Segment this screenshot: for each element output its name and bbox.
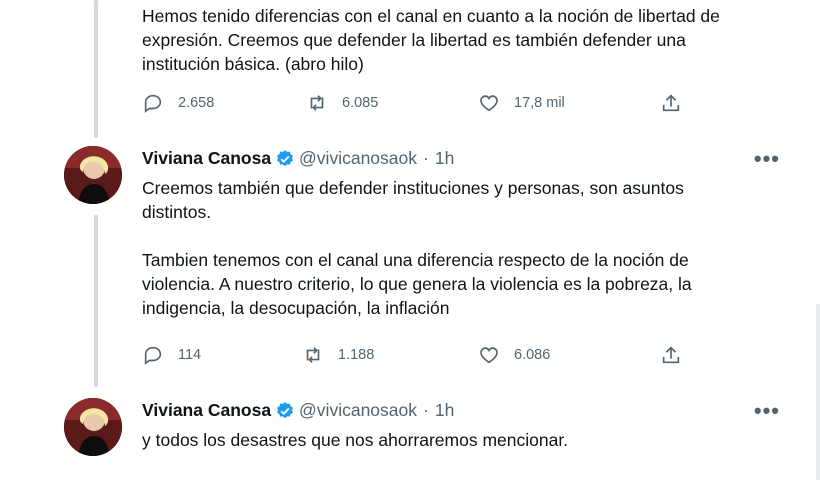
reply-icon — [144, 346, 162, 365]
retweet-count: 1.188 — [338, 347, 375, 363]
timestamp[interactable]: 1h — [435, 148, 454, 169]
thread-line-top — [94, 0, 98, 138]
like-count: 6.086 — [514, 347, 551, 363]
verified-badge-icon — [277, 401, 293, 418]
share-icon — [662, 94, 680, 112]
retweet-icon — [306, 347, 320, 363]
separator-dot: · — [423, 400, 429, 420]
tweet-3-text: y todos los desastres que nos ahorraremo… — [142, 430, 569, 450]
tweet-2-like-button[interactable]: 6.086 — [478, 344, 550, 366]
tweet-1-like-button[interactable]: 17,8 mil — [478, 92, 565, 114]
share-icon — [662, 346, 680, 364]
retweet-icon — [310, 95, 324, 111]
reply-count: 2.658 — [178, 95, 215, 111]
tweet-1-retweet-button[interactable]: 6.085 — [306, 92, 378, 114]
avatar[interactable] — [64, 398, 122, 456]
tweet-1-text: Hemos tenido diferencias con el canal en… — [142, 6, 720, 74]
author-handle[interactable]: @vivicanosaok — [299, 400, 417, 421]
reply-count: 114 — [178, 347, 202, 363]
reply-icon — [144, 94, 162, 113]
heart-icon — [480, 95, 498, 112]
more-options-icon[interactable]: ••• — [754, 398, 780, 424]
retweet-count: 6.085 — [342, 95, 379, 111]
page-edge — [816, 304, 820, 480]
more-options-icon[interactable]: ••• — [754, 146, 780, 172]
tweet-1-reply-button[interactable]: 2.658 — [142, 92, 214, 114]
like-count: 17,8 mil — [514, 95, 565, 111]
avatar[interactable] — [64, 146, 122, 204]
author-name[interactable]: Viviana Canosa — [142, 400, 271, 421]
timestamp[interactable]: 1h — [435, 400, 454, 421]
tweet-3-header: Viviana Canosa @vivicanosaok · 1h — [142, 400, 454, 421]
tweet-1-share-button[interactable] — [660, 92, 696, 114]
tweet-2-text: Creemos también que defender institucion… — [142, 178, 692, 318]
verified-badge-icon — [277, 149, 293, 166]
separator-dot: · — [423, 148, 429, 168]
author-handle[interactable]: @vivicanosaok — [299, 148, 417, 169]
heart-icon — [480, 347, 498, 364]
tweet-2-share-button[interactable] — [660, 344, 696, 366]
tweet-2-retweet-button[interactable]: 1.188 — [302, 344, 374, 366]
thread-line-middle — [94, 215, 98, 387]
author-name[interactable]: Viviana Canosa — [142, 148, 271, 169]
tweet-2-header: Viviana Canosa @vivicanosaok · 1h — [142, 148, 454, 169]
tweet-2-reply-button[interactable]: 114 — [142, 344, 201, 366]
